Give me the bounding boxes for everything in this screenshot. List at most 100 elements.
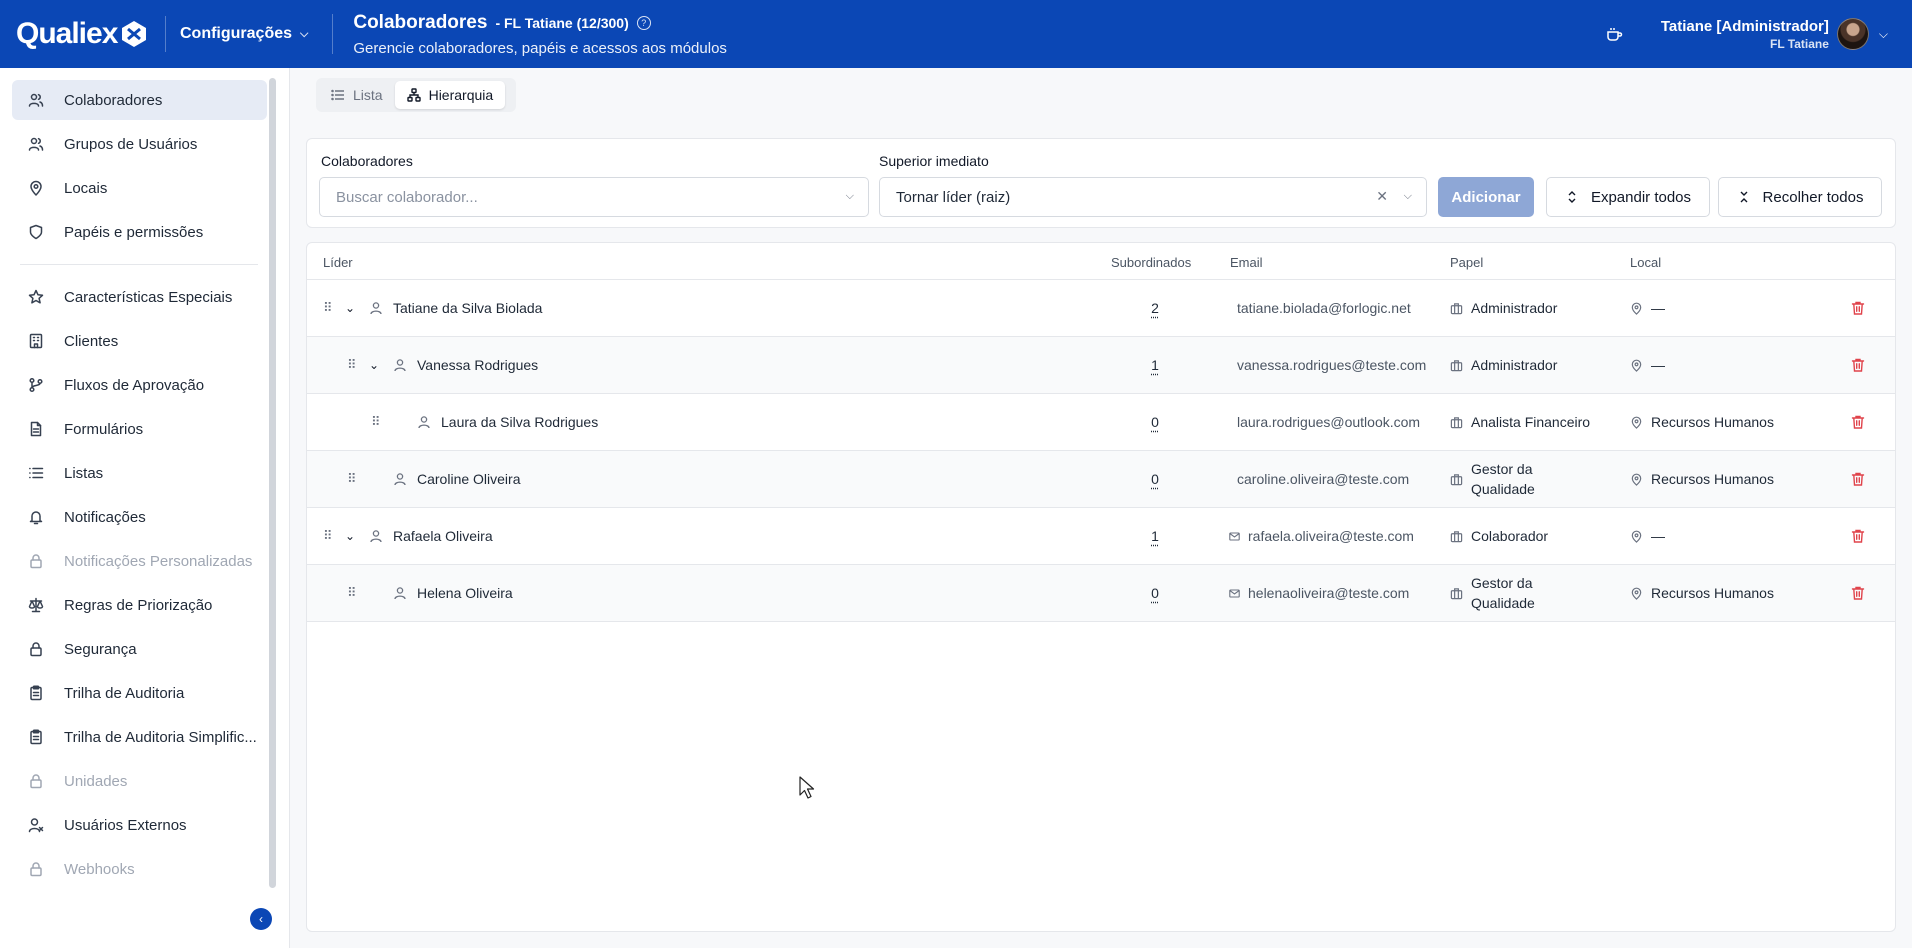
delete-row-button[interactable] [1850, 280, 1866, 336]
brand-logo[interactable]: Qualiex [0, 17, 165, 51]
drag-handle-icon[interactable]: ⠿ [371, 394, 380, 450]
sidebar-item-papéis-e-permissões[interactable]: Papéis e permissões [12, 212, 267, 252]
trash-icon[interactable] [1850, 300, 1866, 316]
briefcase-icon [1450, 587, 1463, 599]
sidebar-item-regras-de-priorização[interactable]: Regras de Priorização [12, 585, 267, 625]
leader-name: Vanessa Rodrigues [417, 357, 539, 373]
delete-row-button[interactable] [1850, 337, 1866, 393]
sidebar-item-características-especiais[interactable]: Características Especiais [12, 277, 267, 317]
sidebar-item-colaboradores[interactable]: Colaboradores [12, 80, 267, 120]
drag-handle-icon[interactable]: ⠿ [347, 337, 356, 393]
sidebar-item-label: Papéis e permissões [64, 223, 204, 241]
leader-name: Laura da Silva Rodrigues [441, 414, 599, 430]
avatar[interactable] [1836, 18, 1869, 50]
map-pin-icon [1631, 302, 1642, 315]
module-selector[interactable]: Configurações ⌵ [165, 16, 320, 52]
role-value: Gestor da Qualidade [1471, 575, 1535, 611]
sidebar-item-label: Regras de Priorização [64, 596, 213, 614]
sidebar-item-label: Segurança [64, 640, 137, 658]
role-value: Gestor da Qualidade [1471, 461, 1535, 497]
user-name: Tatiane [Administrador] [1660, 17, 1829, 35]
collaborator-search-select[interactable]: Buscar colaborador... ⌵ [319, 177, 869, 217]
column-header-lider[interactable]: Líder [323, 255, 353, 270]
trash-icon[interactable] [1850, 528, 1866, 544]
sidebar-item-clientes[interactable]: Clientes [12, 321, 267, 361]
add-button[interactable]: Adicionar [1438, 177, 1534, 217]
tab-label: Lista [353, 87, 383, 103]
sidebar-item-listas[interactable]: Listas [12, 453, 267, 493]
table-row[interactable]: ⠿ ⌄ Tatiane da Silva Biolada 2 tatiane.b… [307, 280, 1895, 337]
chevron-down-icon[interactable]: ⌵ [1879, 27, 1888, 42]
sidebar-item-label: Fluxos de Aprovação [64, 376, 205, 394]
table-row[interactable]: ⠿ Caroline Oliveira 0 caroline.oliveira@… [307, 451, 1895, 508]
column-header-email[interactable]: Email [1230, 255, 1263, 270]
user-icon [394, 587, 406, 600]
drag-handle-icon[interactable]: ⠿ [323, 508, 332, 564]
column-header-subordinados[interactable]: Subordinados [1111, 255, 1191, 270]
delete-row-button[interactable] [1850, 394, 1866, 450]
role-value: Analista Financeiro [1471, 414, 1591, 430]
expand-icon [1568, 191, 1576, 203]
subordinates-count[interactable]: 0 [1115, 451, 1195, 507]
sidebar-item-usuários-externos[interactable]: Usuários Externos [12, 805, 267, 845]
trash-icon[interactable] [1850, 471, 1866, 487]
table-row[interactable]: ⠿ Helena Oliveira 0 helenaoliveira@teste… [307, 565, 1895, 622]
superior-select[interactable]: Tornar líder (raiz) ✕ ⌵ [879, 177, 1427, 217]
sidebar-item-label: Unidades [64, 772, 128, 790]
sidebar-item-notificações[interactable]: Notificações [12, 497, 267, 537]
trash-icon[interactable] [1850, 585, 1866, 601]
subordinates-count[interactable]: 2 [1115, 280, 1195, 336]
drag-handle-icon[interactable]: ⠿ [323, 280, 332, 336]
trash-icon[interactable] [1850, 357, 1866, 373]
user-menu[interactable]: Tatiane [Administrador] FL Tatiane [1661, 18, 1829, 51]
drag-handle-icon[interactable]: ⠿ [347, 451, 356, 507]
sidebar-item-locais[interactable]: Locais [12, 168, 267, 208]
delete-row-button[interactable] [1850, 451, 1866, 507]
table-row[interactable]: ⠿ ⌄ Rafaela Oliveira 1 rafaela.oliveira@… [307, 508, 1895, 565]
sidebar-item-fluxos-de-aprovação[interactable]: Fluxos de Aprovação [12, 365, 267, 405]
location-cell: — [1630, 280, 1665, 336]
chevron-down-icon[interactable]: ⌄ [369, 337, 379, 393]
sidebar-item-notificações-personalizadas[interactable]: Notificações Personalizadas [12, 541, 267, 581]
table-row[interactable]: ⠿ Laura da Silva Rodrigues 0 laura.rodri… [307, 394, 1895, 451]
subordinates-count[interactable]: 0 [1115, 565, 1195, 621]
sidebar-item-unidades[interactable]: Unidades [12, 761, 267, 801]
drag-handle-icon[interactable]: ⠿ [347, 565, 356, 621]
sidebar-item-segurança[interactable]: Segurança [12, 629, 267, 669]
help-icon[interactable]: ? [636, 15, 651, 30]
map-pin-icon [1631, 359, 1642, 372]
subordinates-count[interactable]: 1 [1115, 337, 1195, 393]
sidebar-item-trilha-de-auditoria[interactable]: Trilha de Auditoria [12, 673, 267, 713]
sidebar-item-webhooks[interactable]: Webhooks [12, 849, 267, 889]
delete-row-button[interactable] [1850, 508, 1866, 564]
subordinates-count[interactable]: 0 [1115, 394, 1195, 450]
tab-hierarquia[interactable]: Hierarquia [394, 81, 506, 109]
tab-lista[interactable]: Lista [319, 81, 395, 109]
location-cell: Recursos Humanos [1630, 394, 1774, 450]
location-value: — [1651, 528, 1665, 544]
expand-all-button[interactable]: Expandir todos [1546, 177, 1710, 217]
subordinates-count[interactable]: 1 [1115, 508, 1195, 564]
superior-value: Tornar líder (raiz) [896, 188, 1011, 206]
sidebar-item-label: Listas [64, 464, 104, 482]
collapse-all-button[interactable]: Recolher todos [1718, 177, 1882, 217]
chevron-down-icon[interactable]: ⌄ [345, 508, 355, 564]
sidebar-item-label: Locais [64, 179, 108, 197]
clear-icon[interactable]: ✕ [1376, 188, 1388, 205]
column-header-papel[interactable]: Papel [1450, 255, 1483, 270]
delete-row-button[interactable] [1850, 565, 1866, 621]
sidebar-item-grupos-de-usuários[interactable]: Grupos de Usuários [12, 124, 267, 164]
table-row[interactable]: ⠿ ⌄ Vanessa Rodrigues 1 vanessa.rodrigue… [307, 337, 1895, 394]
hierarchy-table: Líder Subordinados Email Papel Local ⠿ ⌄… [306, 242, 1896, 932]
column-header-local[interactable]: Local [1630, 255, 1661, 270]
role-value: Colaborador [1471, 528, 1549, 544]
trash-icon[interactable] [1850, 414, 1866, 430]
collapse-sidebar-button[interactable]: ‹ [250, 908, 272, 930]
briefcase-icon [1450, 359, 1463, 371]
sidebar-scrollbar[interactable] [269, 78, 276, 888]
sidebar-item-formulários[interactable]: Formulários [12, 409, 267, 449]
chevron-down-icon[interactable]: ⌄ [345, 280, 355, 336]
sidebar-item-label: Características Especiais [64, 288, 233, 306]
coffee-icon[interactable] [1605, 25, 1623, 43]
sidebar-item-trilha-de-auditoria-simplific[interactable]: Trilha de Auditoria Simplific... [12, 717, 267, 757]
